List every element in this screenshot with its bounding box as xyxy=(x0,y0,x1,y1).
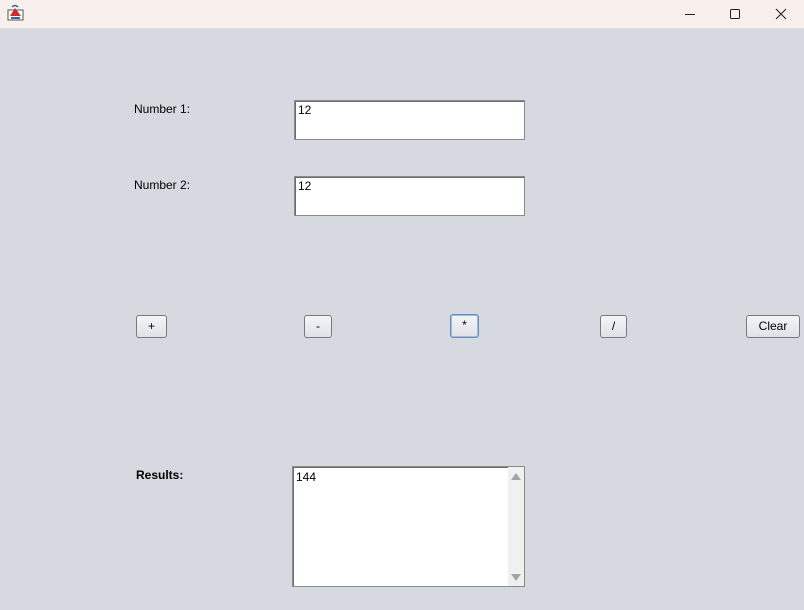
divide-button[interactable]: / xyxy=(600,315,627,338)
minimize-button[interactable] xyxy=(667,0,713,28)
number1-input[interactable]: 12 xyxy=(294,100,525,140)
subtract-button[interactable]: - xyxy=(304,315,332,338)
java-app-icon xyxy=(7,4,24,21)
maximize-icon xyxy=(730,9,740,19)
number1-label: Number 1: xyxy=(134,102,191,116)
results-textarea[interactable]: 144 xyxy=(292,466,525,587)
minimize-icon xyxy=(685,14,695,15)
clear-button[interactable]: Clear xyxy=(746,315,800,338)
maximize-button[interactable] xyxy=(712,0,758,28)
close-button[interactable] xyxy=(758,0,804,28)
scroll-up-arrow-icon[interactable] xyxy=(511,473,521,480)
multiply-button[interactable]: * xyxy=(450,314,479,338)
title-bar xyxy=(0,0,804,29)
number2-label: Number 2: xyxy=(134,178,191,192)
results-value: 144 xyxy=(296,470,317,484)
close-icon xyxy=(775,8,787,20)
scroll-down-arrow-icon[interactable] xyxy=(511,574,521,581)
results-label: Results: xyxy=(136,468,184,482)
number1-value: 12 xyxy=(298,103,312,117)
results-scrollbar[interactable] xyxy=(508,467,524,586)
add-button[interactable]: + xyxy=(136,315,167,338)
number2-input[interactable]: 12 xyxy=(294,176,525,216)
number2-value: 12 xyxy=(298,179,312,193)
